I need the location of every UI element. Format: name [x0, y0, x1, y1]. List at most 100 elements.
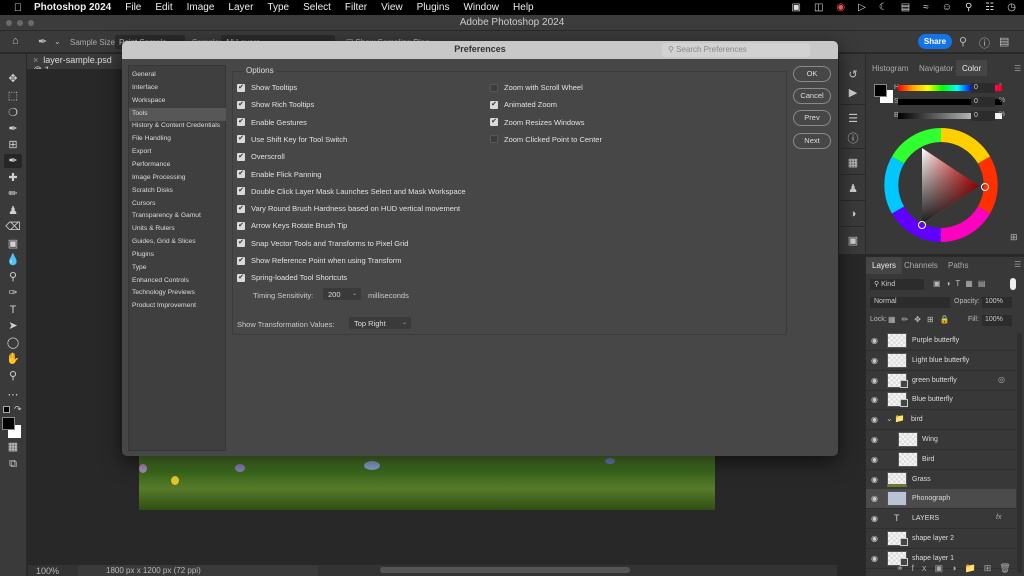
visibility-eye-icon[interactable]: ◉ [871, 435, 878, 444]
layer-filter-icons[interactable]: ▣◑T▦▤ [933, 279, 990, 288]
hue-value[interactable]: 0 [971, 83, 995, 93]
visibility-eye-icon[interactable]: ◉ [871, 455, 878, 464]
preferences-category-item[interactable]: Type [129, 262, 226, 275]
preferences-category-item[interactable]: Export [129, 146, 226, 159]
foreground-color-swatch[interactable] [2, 417, 15, 430]
blur-tool-icon[interactable]: 💧 [4, 253, 22, 267]
layer-name[interactable]: bird [911, 416, 923, 423]
info-icon[interactable]: ⓘ [845, 130, 861, 145]
default-colors-icon[interactable] [3, 406, 10, 413]
checkbox-checked-icon[interactable]: ✔ [237, 100, 245, 109]
object-selection-tool-icon[interactable]: ✒ [4, 122, 22, 136]
chevron-down-icon[interactable]: ⌄ [54, 37, 61, 46]
display-icon[interactable]: ▤ [901, 2, 910, 13]
type-tool-icon[interactable]: T [4, 303, 22, 317]
preferences-category-item[interactable]: Cursors [129, 198, 226, 211]
checkbox-checked-icon[interactable]: ✔ [237, 256, 245, 265]
marquee-tool-icon[interactable]: ⬚ [4, 89, 22, 103]
visibility-eye-icon[interactable]: ◉ [871, 395, 878, 404]
layer-row[interactable]: ◉ Tfx LAYERS [866, 509, 1016, 530]
menu-plugins[interactable]: Plugins [417, 2, 450, 13]
home-icon[interactable]: ⌂ [12, 35, 19, 47]
tab-channels[interactable]: Channels [904, 261, 938, 270]
checkbox-option[interactable]: ✔ Show Rich Tooltips [237, 100, 314, 109]
preferences-category-item[interactable]: File Handling [129, 133, 226, 146]
eyedropper-tool-icon[interactable]: ✒ [4, 154, 22, 168]
checkbox-option[interactable]: Zoom with Scroll Wheel [490, 83, 583, 92]
show-transformation-values-select[interactable]: Top Right ⌄ [349, 317, 411, 329]
search-icon[interactable]: ⚲ [965, 2, 972, 13]
healing-brush-tool-icon[interactable]: ✚ [4, 171, 22, 185]
history-icon[interactable]: ↺ [845, 68, 861, 82]
preferences-category-item[interactable]: Product Improvement [129, 300, 226, 313]
link-layers-icon[interactable]: ⚭ [896, 563, 912, 573]
moon-icon[interactable]: ☾ [879, 2, 888, 13]
cast-icon[interactable]: ◉ [836, 2, 845, 13]
layer-name[interactable]: shape layer 2 [912, 535, 954, 542]
preferences-category-item[interactable]: General [129, 69, 226, 82]
canvas-image-grass[interactable] [139, 456, 715, 510]
layer-name[interactable]: shape layer 1 [912, 555, 954, 562]
visibility-eye-icon[interactable]: ◉ [871, 356, 878, 365]
checkbox-checked-icon[interactable]: ✔ [237, 152, 245, 161]
checkbox-checked-icon[interactable]: ✔ [490, 100, 498, 109]
panel-menu-icon[interactable]: ☰ [1014, 260, 1021, 269]
ellipse-tool-icon[interactable]: ◯ [4, 336, 22, 350]
checkbox-checked-icon[interactable]: ✔ [237, 204, 245, 213]
checkbox-checked-icon[interactable]: ✔ [237, 273, 245, 282]
preferences-category-item[interactable]: Workspace [129, 95, 226, 108]
layer-row[interactable]: ◉ ⌄ 📁 bird [866, 410, 1016, 431]
visibility-eye-icon[interactable]: ◉ [871, 415, 878, 424]
checkbox-checked-icon[interactable]: ✔ [237, 170, 245, 178]
layer-row[interactable]: ◉ Light blue butterfly [866, 351, 1016, 371]
brightness-value[interactable]: 0 [971, 111, 995, 121]
play-icon[interactable]: ▷ [858, 2, 866, 13]
layer-name[interactable]: Purple butterfly [912, 337, 959, 344]
clock-icon[interactable]: ◷ [1007, 2, 1016, 13]
hand-tool-icon[interactable]: ✋ [4, 352, 22, 366]
workspace-icon[interactable]: ▤ [999, 35, 1009, 48]
search-icon[interactable]: ⚲ [959, 35, 967, 48]
share-button[interactable]: Share [918, 34, 952, 49]
visibility-eye-icon[interactable]: ◉ [871, 376, 878, 385]
layer-row[interactable]: ◉ Blue butterfly [866, 390, 1016, 411]
checkbox-checked-icon[interactable]: ✔ [237, 83, 245, 92]
tab-navigator[interactable]: Navigator [919, 64, 953, 73]
layer-row[interactable]: ◉ Wing [866, 430, 1016, 450]
next-button[interactable]: Next [793, 133, 831, 149]
preferences-category-item[interactable]: Enhanced Controls [129, 275, 226, 288]
layer-name[interactable]: Grass [912, 476, 931, 483]
layer-row[interactable]: ◉ shape layer 2 [866, 529, 1016, 549]
color-wheel[interactable] [884, 128, 1004, 248]
close-tab-icon[interactable]: × [33, 55, 38, 65]
visibility-eye-icon[interactable]: ◉ [871, 554, 878, 563]
checkbox-unchecked-icon[interactable] [490, 135, 498, 144]
zoom-level[interactable]: 100% [36, 566, 59, 576]
menu-window[interactable]: Window [463, 2, 499, 13]
control-center-icon[interactable]: ☷ [985, 2, 994, 13]
layer-name[interactable]: green butterfly [912, 377, 957, 384]
apple-icon[interactable]:  [11, 2, 25, 14]
dodge-tool-icon[interactable]: ⚲ [4, 270, 22, 284]
menu-file[interactable]: File [125, 2, 141, 13]
ok-button[interactable]: OK [793, 66, 831, 82]
timing-sensitivity-select[interactable]: 200 ⌄ [323, 288, 361, 300]
libraries-icon[interactable]: ▣ [845, 234, 861, 248]
more-tools-icon[interactable]: ⋯ [4, 388, 22, 402]
move-tool-icon[interactable]: ✥ [4, 72, 22, 86]
adjustments-icon[interactable]: ☰ [845, 112, 861, 126]
checkbox-option[interactable]: ✔ Double Click Layer Mask Launches Select… [237, 187, 466, 196]
adjustment-layer-icon[interactable]: ◑ [951, 563, 964, 573]
checkbox-checked-icon[interactable]: ✔ [237, 239, 245, 248]
visibility-eye-icon[interactable]: ◉ [871, 514, 878, 523]
preferences-category-item[interactable]: Units & Rulers [129, 223, 226, 236]
layer-row[interactable]: ◉ Grass [866, 470, 1016, 490]
preferences-category-item[interactable]: Guides, Grid & Slices [129, 236, 226, 249]
visibility-eye-icon[interactable]: ◉ [871, 494, 878, 503]
checkbox-checked-icon[interactable]: ✔ [237, 118, 245, 127]
checkbox-option[interactable]: ✔ Zoom Resizes Windows [490, 118, 584, 127]
checkbox-option[interactable]: ✔ Snap Vector Tools and Transforms to Pix… [237, 239, 408, 248]
preferences-category-item[interactable]: Scratch Disks [129, 185, 226, 198]
eraser-tool-icon[interactable]: ⌫ [4, 220, 22, 234]
foreground-color-swatch[interactable] [874, 84, 887, 97]
